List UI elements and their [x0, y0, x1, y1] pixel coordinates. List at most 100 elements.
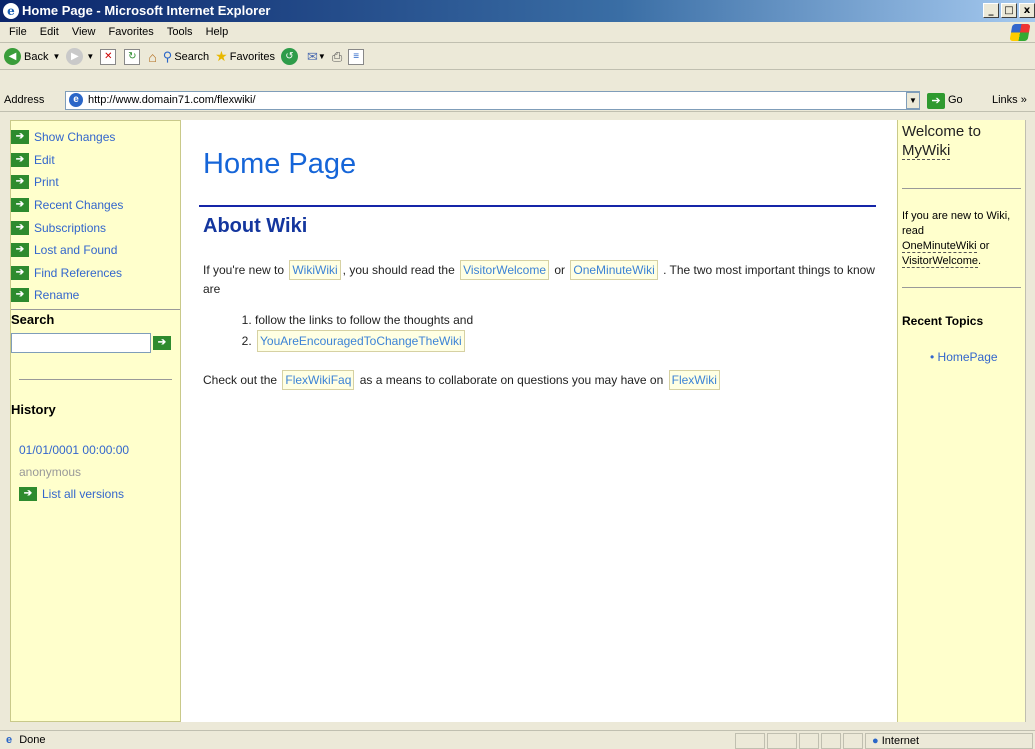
link-flexwikifaq[interactable]: FlexWikiFaq	[282, 370, 355, 390]
list-text: follow the links to follow the thoughts …	[255, 313, 474, 327]
go-button[interactable]: ➔ Go	[927, 91, 963, 110]
link-oneminutewiki[interactable]: OneMinuteWiki	[570, 260, 658, 280]
menu-tools[interactable]: Tools	[167, 26, 193, 38]
arrow-icon: ➔	[11, 130, 29, 145]
history-icon: ↺	[280, 48, 298, 65]
menu-bar: File Edit View Favorites Tools Help	[0, 22, 1035, 43]
text: If you are new to Wiki, read	[902, 210, 1011, 237]
recent-topics-heading: Recent Topics	[902, 314, 984, 328]
refresh-icon: ↻	[124, 48, 141, 65]
address-url: http://www.domain71.com/flexwiki/	[88, 94, 256, 106]
address-dropdown-button[interactable]: ▼	[906, 92, 920, 109]
list-item: YouAreEncouragedToChangeTheWiki	[255, 330, 897, 352]
page-title: Home Page	[203, 148, 357, 180]
intro-paragraph: If you're new to WikiWiki, you should re…	[203, 260, 883, 298]
search-icon: ⚲	[162, 48, 173, 64]
nav-print[interactable]: ➔ Print	[11, 171, 180, 194]
minimize-button[interactable]: _	[983, 3, 999, 18]
nav-find-references[interactable]: ➔ Find References	[11, 262, 180, 285]
search-button[interactable]: ⚲ Search	[163, 49, 209, 65]
print-button[interactable]: ⎙	[332, 49, 342, 65]
status-cell	[843, 733, 863, 749]
mail-dropdown-icon: ▼	[317, 52, 326, 61]
section-heading: About Wiki	[203, 215, 308, 237]
mail-icon: ✉	[306, 48, 318, 64]
arrow-icon: ➔	[11, 243, 29, 258]
link-visitorwelcome[interactable]: VisitorWelcome	[460, 260, 550, 280]
mywiki-link[interactable]: MyWiki	[902, 142, 951, 160]
menu-file[interactable]: File	[9, 26, 27, 38]
welcome-text: Welcome to	[902, 123, 981, 140]
stop-button[interactable]: ✕	[100, 48, 118, 65]
text: Check out the	[203, 373, 278, 387]
link-wikiwiki[interactable]: WikiWiki	[289, 260, 341, 280]
edit-icon: ≡	[348, 48, 365, 65]
text: or	[554, 263, 566, 277]
list-all-versions-link[interactable]: ➔ List all versions	[11, 483, 180, 506]
link-visitorwelcome-side[interactable]: VisitorWelcome	[902, 255, 979, 268]
link-youareencouraged[interactable]: YouAreEncouragedToChangeTheWiki	[257, 330, 465, 352]
arrow-icon: ➔	[11, 198, 29, 213]
home-button[interactable]: ⌂	[148, 49, 156, 65]
menu-edit[interactable]: Edit	[40, 26, 59, 38]
links-button[interactable]: Links »	[992, 89, 1027, 112]
nav-rename[interactable]: ➔ Rename	[11, 284, 180, 307]
arrow-icon: ➔	[11, 265, 29, 280]
history-date[interactable]: 01/01/0001 00:00:00	[11, 443, 180, 457]
menu-favorites[interactable]: Favorites	[109, 26, 154, 38]
back-button[interactable]: ◀ Back ▼	[4, 48, 60, 65]
browser-window: e Home Page - Microsoft Internet Explore…	[0, 0, 1035, 749]
arrow-icon: ➔	[11, 288, 29, 303]
text: as a means to collaborate on questions y…	[359, 373, 664, 387]
address-label: Address	[4, 94, 45, 106]
status-cell	[767, 733, 797, 749]
nav-show-changes[interactable]: ➔ Show Changes	[11, 126, 180, 149]
windows-logo-icon	[1009, 24, 1031, 41]
maximize-button[interactable]: □	[1001, 3, 1017, 18]
ie-logo-icon: e	[3, 3, 19, 19]
menu-help[interactable]: Help	[206, 26, 229, 38]
page-icon: e	[69, 93, 83, 107]
nav-subscriptions[interactable]: ➔ Subscriptions	[11, 216, 180, 239]
title-rule	[199, 205, 876, 207]
nav-lost-and-found[interactable]: ➔ Lost and Found	[11, 239, 180, 262]
nav-recent-changes[interactable]: ➔ Recent Changes	[11, 194, 180, 217]
intro-text: If you are new to Wiki, read OneMinuteWi…	[902, 209, 1021, 269]
history-button[interactable]: ↺	[280, 48, 301, 65]
recent-topic-item[interactable]: • HomePage	[902, 350, 1021, 364]
nav-label: Find References	[34, 265, 123, 280]
back-label: Back	[24, 50, 49, 63]
text: .	[978, 255, 982, 267]
search-go-icon[interactable]: ➔	[153, 335, 171, 350]
stop-icon: ✕	[100, 48, 117, 65]
nav-label: Lost and Found	[34, 243, 118, 258]
important-list: follow the links to follow the thoughts …	[255, 310, 897, 352]
title-bar: e Home Page - Microsoft Internet Explore…	[0, 0, 1035, 22]
nav-edit[interactable]: ➔ Edit	[11, 149, 180, 172]
forward-button[interactable]: ▶ ▼	[66, 48, 94, 65]
nav-label: Recent Changes	[34, 198, 124, 213]
go-arrow-icon: ➔	[927, 92, 945, 109]
status-text: Done	[19, 734, 46, 746]
mail-button[interactable]: ✉ ▼	[307, 49, 326, 65]
refresh-button[interactable]: ↻	[124, 48, 142, 65]
faq-paragraph: Check out the FlexWikiFaq as a means to …	[203, 370, 897, 390]
main-content: Home Page About Wiki If you're new to Wi…	[181, 120, 897, 722]
edit-page-button[interactable]: ≡	[348, 48, 366, 65]
divider	[19, 378, 172, 380]
menu-view[interactable]: View	[72, 26, 96, 38]
address-input[interactable]: e http://www.domain71.com/flexwiki/	[65, 91, 920, 110]
arrow-icon: ➔	[11, 220, 29, 235]
arrow-icon: ➔	[11, 152, 29, 167]
favorites-button[interactable]: ★ Favorites	[215, 48, 275, 65]
link-flexwiki[interactable]: FlexWiki	[668, 370, 720, 390]
go-label: Go	[948, 94, 963, 106]
history-author: anonymous	[19, 464, 82, 479]
close-button[interactable]: x	[1019, 3, 1035, 18]
forward-dropdown-icon: ▼	[86, 52, 95, 61]
search-input[interactable]	[11, 332, 151, 353]
nav-label: List all versions	[42, 487, 125, 502]
standard-toolbar: ◀ Back ▼ ▶ ▼ ✕ ↻ ⌂ ⚲ Search ★ Favorites …	[0, 44, 1035, 70]
vertical-scrollbar[interactable]	[1025, 120, 1035, 722]
link-oneminutewiki-side[interactable]: OneMinuteWiki	[902, 240, 977, 253]
